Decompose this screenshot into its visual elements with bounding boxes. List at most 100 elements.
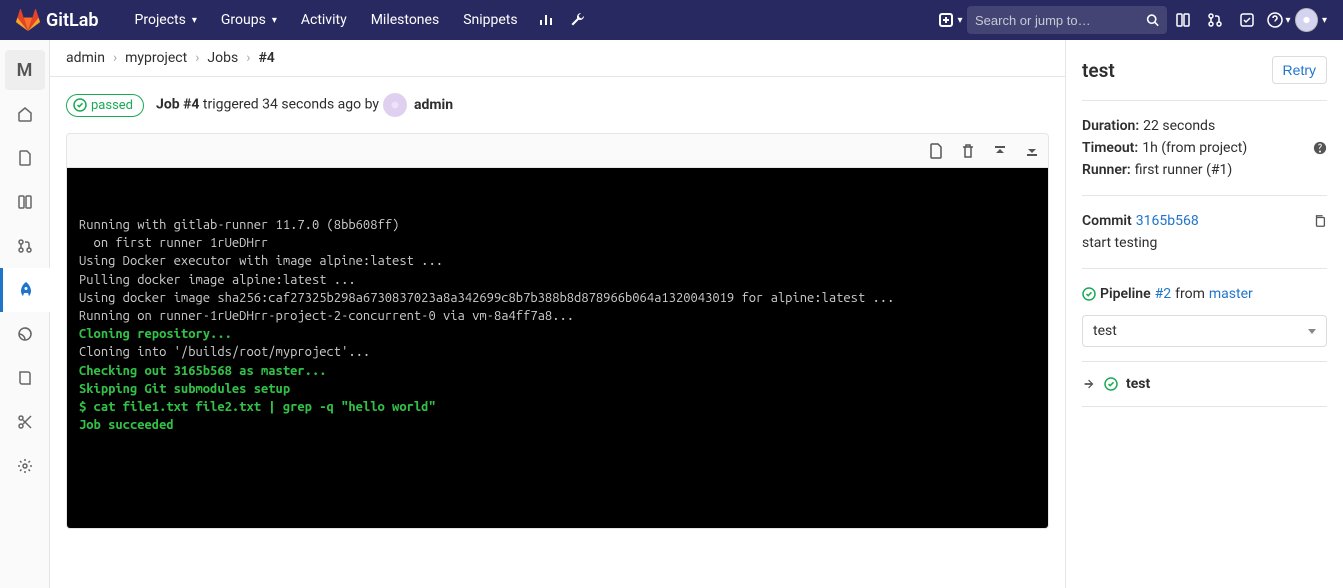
stage-select[interactable]: test <box>1082 315 1327 347</box>
retry-button[interactable]: Retry <box>1272 56 1327 84</box>
rocket-icon <box>18 282 34 298</box>
check-circle-icon <box>73 98 87 112</box>
log-line: Pulling docker image alpine:latest ... <box>79 273 356 287</box>
scroll-bottom-icon <box>1024 143 1040 159</box>
timeout-value: 1h (from project) <box>1142 140 1247 156</box>
commit-label: Commit <box>1082 213 1132 229</box>
nav-groups-label: Groups <box>221 12 266 28</box>
boards-icon <box>17 194 33 210</box>
breadcrumb: admin › myproject › Jobs › #4 <box>50 40 1065 77</box>
chevron-down-icon: ▾ <box>957 15 962 26</box>
chevron-down-icon: ▾ <box>1322 15 1327 26</box>
nav-user-menu[interactable]: ▾ <box>1295 4 1327 36</box>
sidebar-project-avatar[interactable]: M <box>0 48 50 92</box>
log-line: Cloning into '/builds/root/myproject'... <box>79 345 370 359</box>
global-search[interactable] <box>967 6 1167 34</box>
runner-label: Runner: <box>1082 162 1131 178</box>
nav-groups[interactable]: Groups ▾ <box>209 12 289 28</box>
doc-icon <box>928 143 944 159</box>
triggerer-avatar <box>383 93 407 117</box>
sidebar-item-issues[interactable] <box>0 180 50 224</box>
scissors-icon <box>17 414 33 430</box>
tanuki-icon <box>16 8 40 32</box>
job-name: test <box>1082 59 1115 82</box>
book-icon <box>17 370 33 386</box>
nav-snippets[interactable]: Snippets <box>451 12 529 28</box>
chevron-down-icon: ▾ <box>272 15 277 26</box>
triggerer-name[interactable]: admin <box>414 97 453 113</box>
nav-analytics-icon[interactable] <box>530 4 562 36</box>
pipeline-branch-link[interactable]: master <box>1209 286 1253 302</box>
sidebar-item-cicd[interactable] <box>0 268 50 312</box>
scroll-top-icon <box>992 143 1008 159</box>
clipboard-icon <box>1313 214 1327 228</box>
chevron-down-icon: ▾ <box>192 15 197 26</box>
operations-icon <box>17 326 33 342</box>
breadcrumb-project[interactable]: myproject <box>125 50 187 66</box>
job-log[interactable]: Running with gitlab-runner 11.7.0 (8bb60… <box>67 168 1048 528</box>
log-line: $ cat file1.txt file2.txt | grep -q "hel… <box>79 400 436 414</box>
breadcrumb-separator: › <box>113 50 117 66</box>
log-raw-button[interactable] <box>928 143 944 159</box>
commit-sha-link[interactable]: 3165b568 <box>1136 213 1199 229</box>
status-text: passed <box>91 98 133 113</box>
job-header: passed Job #4 triggered 34 seconds ago b… <box>50 77 1065 133</box>
log-scroll-bottom-button[interactable] <box>1024 143 1040 159</box>
log-line: Running on runner-1rUeDHrr-project-2-con… <box>79 309 574 323</box>
job-title-line: Job #4 triggered 34 seconds ago by admin <box>156 93 453 117</box>
pipeline-from-text: from <box>1175 286 1205 302</box>
home-icon <box>17 106 33 122</box>
trash-icon <box>960 143 976 159</box>
nav-activity[interactable]: Activity <box>289 12 359 28</box>
sidebar-item-home[interactable] <box>0 92 50 136</box>
log-scroll-top-button[interactable] <box>992 143 1008 159</box>
search-input[interactable] <box>975 13 1146 28</box>
log-line: Using Docker executor with image alpine:… <box>79 254 443 268</box>
log-line: on first runner 1rUeDHrr <box>79 236 268 250</box>
log-line: Running with gitlab-runner 11.7.0 (8bb60… <box>79 218 399 232</box>
nav-projects[interactable]: Projects▾ <box>123 12 209 28</box>
gitlab-logo[interactable]: GitLab <box>16 8 99 32</box>
timeout-help-icon[interactable] <box>1313 141 1327 155</box>
log-line: Job succeeded <box>79 418 174 432</box>
status-badge: passed <box>66 94 144 117</box>
main-content: admin › myproject › Jobs › #4 passed Job… <box>50 40 1065 588</box>
pipeline-block: Pipeline #2 from master test <box>1082 269 1327 362</box>
nav-plus-button[interactable]: ▾ <box>935 4 967 36</box>
arrow-right-icon <box>1082 377 1096 391</box>
stage-job-row[interactable]: test <box>1082 362 1327 407</box>
brand-text: GitLab <box>46 10 99 31</box>
copy-sha-button[interactable] <box>1313 214 1327 228</box>
pipeline-id-link[interactable]: #2 <box>1155 286 1172 302</box>
pipeline-label: Pipeline <box>1100 286 1151 302</box>
commit-message: start testing <box>1082 235 1157 251</box>
sidebar-item-wiki[interactable] <box>0 356 50 400</box>
log-line: Using docker image sha256:caf27325b298a6… <box>79 291 894 305</box>
sidebar-item-settings[interactable] <box>0 444 50 488</box>
sidebar-item-repository[interactable] <box>0 136 50 180</box>
search-icon <box>1146 13 1159 27</box>
nav-todos-icon[interactable] <box>1231 4 1263 36</box>
project-sidebar: M <box>0 40 50 588</box>
nav-wrench-icon[interactable] <box>562 4 594 36</box>
job-number: Job #4 <box>156 97 199 113</box>
job-meta: Duration: 22 seconds Timeout: 1h (from p… <box>1082 101 1327 196</box>
breadcrumb-section[interactable]: Jobs <box>207 50 238 66</box>
duration-label: Duration: <box>1082 118 1139 134</box>
nav-milestones[interactable]: Milestones <box>359 12 452 28</box>
log-erase-button[interactable] <box>960 143 976 159</box>
nav-help-icon[interactable]: ▾ <box>1263 4 1295 36</box>
gear-icon <box>17 458 33 474</box>
breadcrumb-namespace[interactable]: admin <box>66 50 105 66</box>
project-avatar-letter: M <box>5 50 45 90</box>
duration-value: 22 seconds <box>1143 118 1215 134</box>
sidebar-item-merge-requests[interactable] <box>0 224 50 268</box>
sidebar-item-snippets[interactable] <box>0 400 50 444</box>
stage-select-value: test <box>1093 323 1117 339</box>
sidebar-item-operations[interactable] <box>0 312 50 356</box>
breadcrumb-separator: › <box>195 50 199 66</box>
nav-issues-icon[interactable] <box>1167 4 1199 36</box>
job-sidebar: test Retry Duration: 22 seconds Timeout:… <box>1065 40 1343 588</box>
log-toolbar <box>67 134 1048 168</box>
nav-merge-requests-icon[interactable] <box>1199 4 1231 36</box>
